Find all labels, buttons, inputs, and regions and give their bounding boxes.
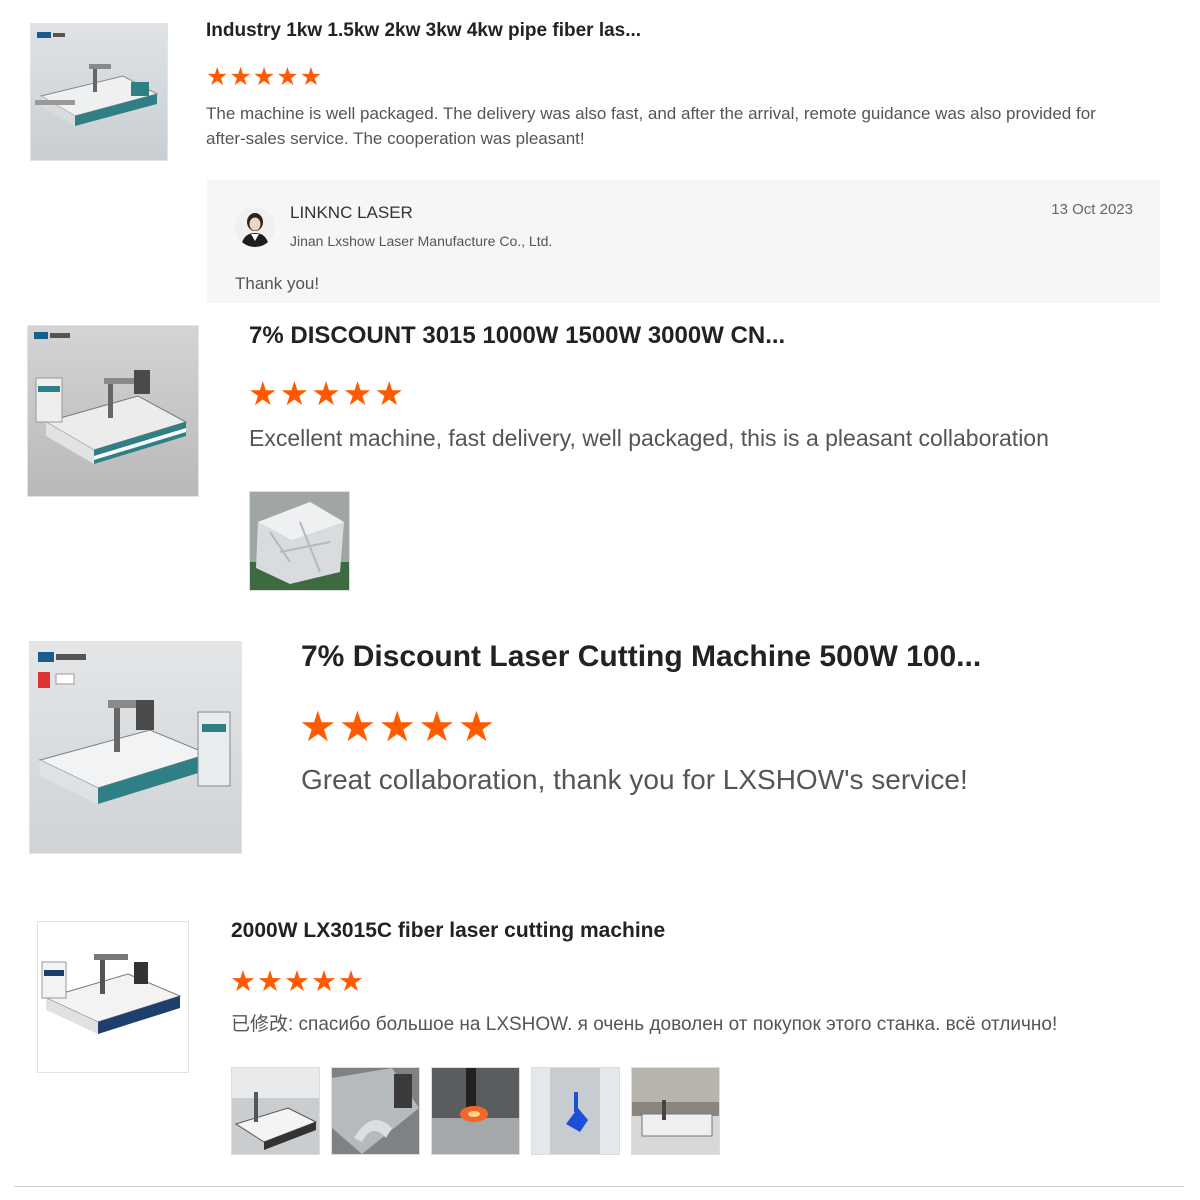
review-text-body: спасибо большое на LXSHOW. я очень довол… (293, 1014, 1058, 1035)
star-icon: ★ (374, 375, 406, 412)
review-text: The machine is well packaged. The delive… (206, 104, 1096, 148)
product-title[interactable]: 2000W LX3015C fiber laser cutting machin… (231, 919, 665, 943)
star-rating: ★ ★ ★ ★ ★ (248, 374, 406, 413)
star-icon: ★ (230, 966, 257, 998)
star-icon: ★ (342, 375, 375, 412)
star-icon: ★ (279, 375, 312, 412)
star-rating: ★ ★ ★ ★ ★ (230, 964, 365, 999)
star-icon: ★ (206, 63, 230, 91)
review-photo[interactable] (531, 1067, 620, 1155)
review-photo[interactable] (331, 1067, 420, 1155)
product-thumbnail[interactable] (37, 921, 189, 1073)
star-icon: ★ (417, 703, 458, 750)
star-rating: ★ ★ ★ ★ ★ (299, 702, 497, 751)
star-icon: ★ (457, 703, 498, 750)
product-title[interactable]: 7% Discount Laser Cutting Machine 500W 1… (301, 640, 981, 674)
star-rating: ★ ★ ★ ★ ★ (206, 62, 323, 92)
star-icon: ★ (248, 375, 280, 412)
reply-message: Thank you! (235, 274, 320, 293)
product-title[interactable]: 7% DISCOUNT 3015 1000W 1500W 3000W CN... (249, 322, 785, 350)
seller-reply: LINKNC LASER Jinan Lxshow Laser Manufact… (207, 180, 1160, 303)
review-photo[interactable] (631, 1067, 720, 1155)
star-icon: ★ (252, 63, 277, 91)
star-icon: ★ (257, 966, 284, 998)
star-icon: ★ (311, 375, 343, 412)
edited-label: 已修改: (231, 1014, 294, 1035)
product-title[interactable]: Industry 1kw 1.5kw 2kw 3kw 4kw pipe fibe… (206, 20, 641, 42)
star-icon: ★ (378, 703, 418, 750)
avatar (235, 207, 275, 247)
star-icon: ★ (299, 703, 339, 750)
star-icon: ★ (284, 966, 311, 998)
star-icon: ★ (338, 703, 379, 750)
review-photo[interactable] (231, 1067, 320, 1155)
review-photo[interactable] (249, 491, 350, 591)
review-photo[interactable] (431, 1067, 520, 1155)
review-text: Excellent machine, fast delivery, well p… (249, 425, 1049, 451)
reply-date: 13 Oct 2023 (1051, 201, 1133, 218)
star-icon: ★ (299, 63, 324, 91)
review-text: Great collaboration, thank you for LXSHO… (301, 764, 968, 795)
star-icon: ★ (276, 63, 300, 91)
review-text: 已修改: спасибо большое на LXSHOW. я очень … (231, 1009, 1057, 1036)
star-icon: ★ (229, 63, 253, 91)
product-thumbnail[interactable] (27, 325, 199, 497)
divider (14, 1186, 1184, 1187)
reply-seller-name: LINKNC LASER (290, 203, 413, 222)
star-icon: ★ (311, 966, 338, 998)
star-icon: ★ (338, 966, 365, 998)
reply-seller-company: Jinan Lxshow Laser Manufacture Co., Ltd. (290, 233, 553, 249)
product-thumbnail[interactable] (29, 641, 242, 854)
product-thumbnail[interactable] (30, 23, 168, 161)
